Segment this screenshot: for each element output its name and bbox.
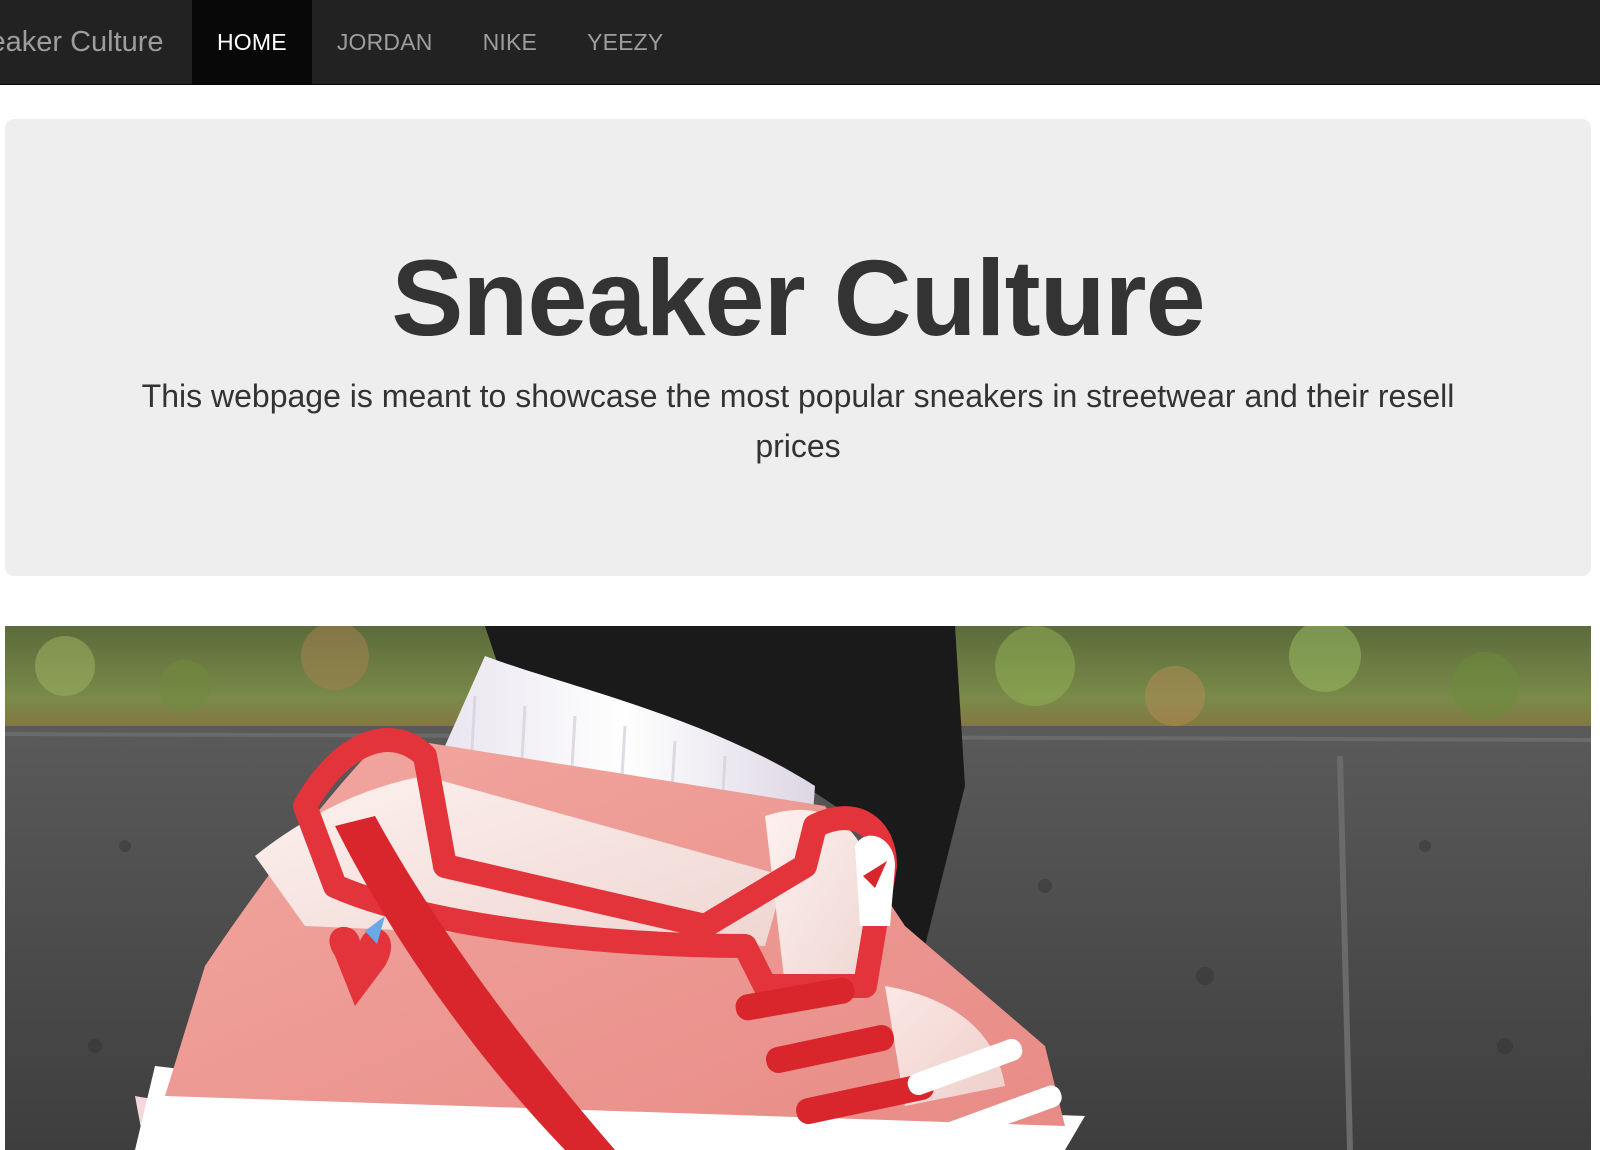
nav-item-jordan[interactable]: JORDAN: [312, 0, 458, 85]
jumbotron: Sneaker Culture This webpage is meant to…: [5, 119, 1591, 576]
nav-item-home[interactable]: HOME: [192, 0, 312, 85]
nav-item-nike[interactable]: NIKE: [458, 0, 562, 85]
hero-image: [5, 626, 1591, 1150]
sneaker-photo-icon: [5, 626, 1591, 1150]
navbar-brand[interactable]: Sneaker Culture: [0, 0, 192, 85]
top-navbar: Sneaker Culture HOME JORDAN NIKE YEEZY: [0, 0, 1600, 85]
page-description: This webpage is meant to showcase the mo…: [141, 378, 1455, 464]
page-title: Sneaker Culture: [391, 237, 1205, 358]
nav-item-yeezy[interactable]: YEEZY: [562, 0, 688, 85]
